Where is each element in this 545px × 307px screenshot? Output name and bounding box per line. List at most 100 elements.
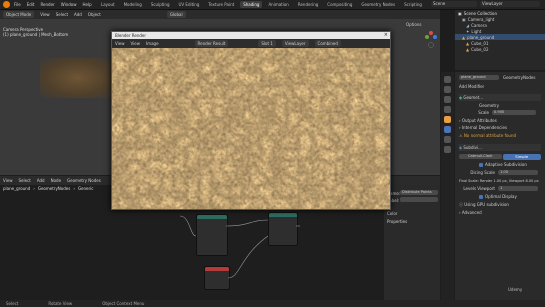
outliner[interactable]: ▣ Scene Collection ▣ Camera_light ◢ Camera… (455, 10, 545, 70)
adaptive-label: Adaptive Subdivision (485, 162, 527, 167)
menu-help[interactable]: Help (82, 2, 91, 7)
output-tab-icon[interactable] (444, 96, 451, 103)
gpu-subdivision-text: Using GPU subdivision (464, 202, 509, 207)
adaptive-checkbox[interactable] (479, 162, 483, 167)
tab-animation[interactable]: Animation (265, 1, 291, 8)
color-panel-header[interactable]: Color (387, 211, 397, 216)
transform-orientation-dropdown[interactable]: Global (166, 11, 186, 18)
node-menu-view[interactable]: View (3, 178, 13, 183)
scale-field[interactable]: 0.900 (492, 110, 536, 115)
image-selector[interactable]: Render Result (194, 40, 229, 47)
render-window-title: Blender Render (112, 32, 390, 39)
levels-viewport-field[interactable]: 1 (498, 186, 538, 191)
node-label-field[interactable] (400, 197, 438, 202)
breadcrumb: plane_ground › GeometryNodes › Generic (3, 186, 94, 191)
breadcrumb-modifier: GeometryNodes (37, 186, 71, 191)
viewport-menu-object[interactable]: Object (88, 12, 101, 17)
mesh-icon: ▲ (466, 40, 470, 46)
render-result-image (112, 48, 390, 209)
menu-render[interactable]: Render (40, 2, 54, 7)
dicing-scale-label: Dicing Scale (470, 170, 495, 175)
properties-editor[interactable]: plane_ground GeometryNodes Add Modifier … (455, 72, 545, 300)
modifier-header-geometry-nodes[interactable]: ◆ Geomet... (459, 94, 541, 101)
levels-viewport-label: Levels Viewport (463, 186, 495, 191)
output-attributes-panel[interactable]: › Output Attributes (459, 117, 541, 124)
image-menu-view-2[interactable]: View (131, 41, 141, 46)
viewport-menu-view[interactable]: View (40, 12, 50, 17)
breadcrumb-object: plane_ground (3, 186, 31, 191)
image-menu-image[interactable]: Image (146, 41, 159, 46)
tab-modeling[interactable]: Modeling (121, 1, 145, 8)
scene-selector[interactable]: Scene (431, 1, 477, 7)
tab-shading[interactable]: Shading (240, 1, 263, 8)
render-view-layer-selector[interactable]: ViewLayer (281, 40, 309, 47)
object-name-field[interactable]: plane_ground (459, 75, 499, 80)
image-editor-header: View View Image Render Result Slot 1 Vie… (112, 39, 390, 48)
node-menu-add[interactable]: Add (37, 178, 45, 183)
render-pass-selector[interactable]: Combined (314, 40, 341, 47)
add-modifier-button[interactable]: Add Modifier (459, 83, 541, 90)
particles-tab-icon[interactable] (444, 136, 451, 143)
render-window[interactable]: Blender Render × View View Image Render … (111, 31, 391, 210)
render-tab-icon[interactable] (444, 86, 451, 93)
viewport-menu-select[interactable]: Select (56, 12, 68, 17)
light-icon: ✦ (466, 28, 470, 34)
menu-edit[interactable]: Edit (27, 2, 35, 7)
node-menu-select[interactable]: Select (19, 178, 31, 183)
viewport-menu-add[interactable]: Add (74, 12, 82, 17)
tab-rendering[interactable]: Rendering (295, 1, 321, 8)
node-name-field[interactable]: Distribute Points (400, 190, 438, 195)
status-rotate-view: Rotate View (48, 301, 73, 306)
scene-tab-icon[interactable] (444, 106, 451, 113)
tab-texture-paint[interactable]: Texture Paint (205, 1, 237, 8)
internal-dependencies-panel[interactable]: › Internal Dependencies (459, 124, 541, 131)
tab-geometry-nodes[interactable]: Geometry Nodes (358, 1, 398, 8)
menu-window[interactable]: Window (61, 2, 77, 7)
main-menu: File Edit Render Window Help (14, 2, 92, 7)
close-icon[interactable]: × (384, 32, 388, 38)
modifier-tab-icon[interactable] (444, 126, 451, 133)
navigation-gizmo-icon[interactable] (424, 28, 438, 50)
status-select: Select (6, 301, 19, 306)
optimal-display-checkbox[interactable] (479, 194, 483, 199)
tab-uv-editing[interactable]: UV Editing (176, 1, 203, 8)
node-menu-node[interactable]: Node (51, 178, 61, 183)
modifier-header-subdivision[interactable]: ◈ Subdivi... (459, 144, 541, 151)
blender-logo-icon[interactable] (3, 1, 10, 8)
physics-tab-icon[interactable] (444, 146, 451, 153)
normal-warning-text: No normal attribute found (463, 133, 517, 138)
workspace-tabs: Layout Modeling Sculpting UV Editing Tex… (98, 1, 425, 8)
mesh-icon: ▲ (462, 34, 466, 40)
image-menu-view[interactable]: View (115, 41, 125, 46)
geometry-label: Geometry (479, 103, 499, 108)
tab-layout[interactable]: Layout (98, 1, 118, 8)
optimal-display-label: Optimal Display (485, 194, 517, 199)
breadcrumb-tree: Generic (77, 186, 94, 191)
mode-dropdown[interactable]: Object Mode (3, 11, 35, 18)
advanced-panel[interactable]: › Advanced (459, 209, 541, 216)
dicing-scale-field[interactable]: 1.00 (498, 170, 538, 175)
view-layer-selector[interactable]: ViewLayer (480, 1, 540, 7)
status-bar: Select Rotate View Object Context Menu (0, 300, 545, 307)
node-tree-selector[interactable]: Geometry Nodes (67, 178, 101, 183)
options-button[interactable]: Options (406, 22, 421, 27)
viewport-header: Object Mode View Select Add Object Globa… (0, 10, 440, 19)
slot-selector[interactable]: Slot 1 (258, 40, 276, 47)
tab-compositing[interactable]: Compositing (324, 1, 355, 8)
node-sidebar: Name: Distribute Points Label: Color Pro… (384, 185, 440, 300)
simple-button[interactable]: Simple (502, 153, 541, 160)
watermark-logo: Udemy (508, 287, 523, 292)
viewport-object-label: (1) plane_ground | Mesh_Bottom (3, 32, 69, 37)
tool-tab-icon[interactable] (444, 76, 451, 83)
node-links (179, 215, 300, 279)
tab-sculpting[interactable]: Sculpting (148, 1, 173, 8)
top-menu-bar: File Edit Render Window Help Layout Mode… (0, 0, 545, 10)
menu-file[interactable]: File (14, 2, 21, 7)
properties-tabs (441, 72, 454, 300)
tab-scripting[interactable]: Scripting (401, 1, 425, 8)
catmull-clark-button[interactable]: Catmull-Clark (459, 154, 502, 159)
final-scale-text: Final Scale: Render 1.00 px, Viewport 8.… (459, 178, 539, 183)
object-tab-icon[interactable] (444, 116, 451, 123)
outliner-row[interactable]: ▲ Cube_02 (455, 46, 545, 52)
properties-panel-header[interactable]: Properties (387, 219, 407, 224)
